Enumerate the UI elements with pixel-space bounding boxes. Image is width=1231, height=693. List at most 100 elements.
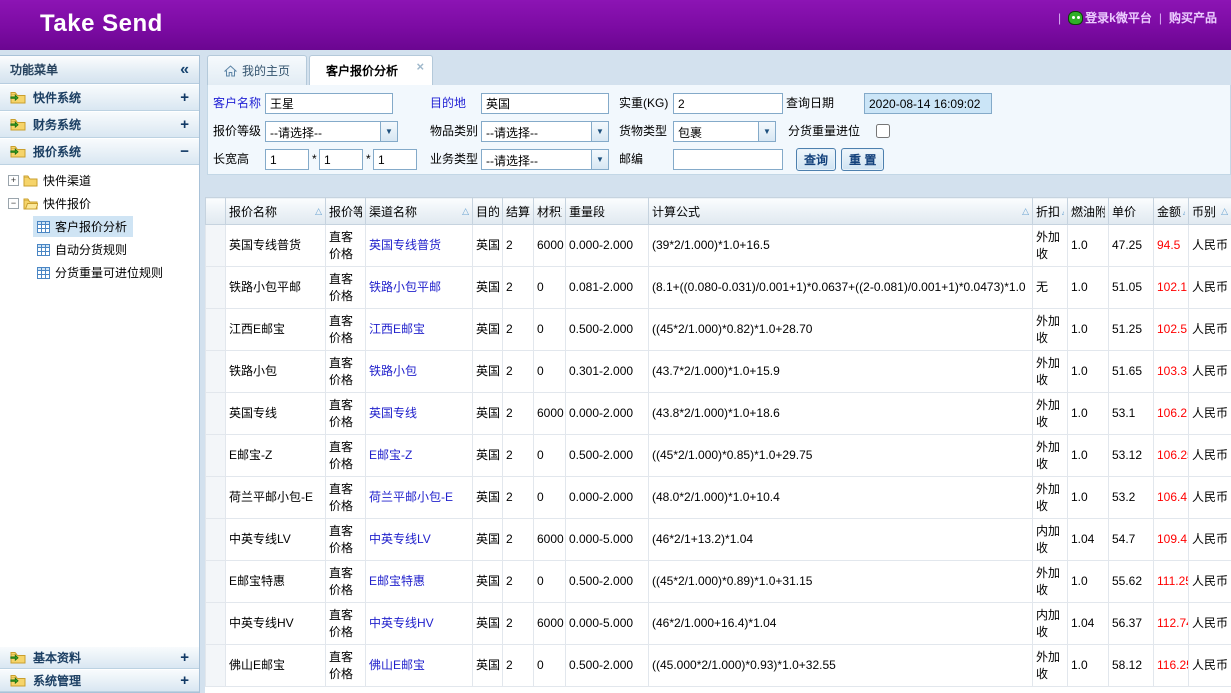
channel-link[interactable]: E邮宝-Z [369, 448, 412, 462]
zip-input[interactable] [673, 149, 783, 170]
sort-icon[interactable]: △ [1062, 206, 1064, 217]
sidebar-section-express[interactable]: 快件系统 + [0, 84, 199, 111]
cell-volume: 0 [534, 351, 566, 393]
quote-grade-select[interactable]: --请选择--▼ [265, 121, 398, 142]
width-input[interactable] [319, 149, 363, 170]
cell-currency: 人民币 [1189, 393, 1231, 435]
column-header-discount[interactable]: 折扣△ [1033, 198, 1068, 225]
cell-unit: 53.2 [1109, 477, 1154, 519]
expand-plus-icon[interactable]: + [180, 673, 189, 688]
channel-link[interactable]: 佛山E邮宝 [369, 658, 425, 672]
cell-sel [206, 519, 226, 561]
topbar-links: | 登录k微平台 | 购买产品 [1058, 9, 1217, 26]
cell-name: 荷兰平邮小包-E [226, 477, 326, 519]
closed-folder-icon [23, 175, 38, 187]
sidebar-bottom: 基本资料 + 系统管理 + [0, 646, 199, 692]
expand-plus-icon[interactable]: + [180, 90, 189, 105]
close-tab-icon[interactable]: × [416, 60, 424, 73]
cell-range: 0.000-5.000 [566, 519, 649, 561]
sidebar-section-basic-data[interactable]: 基本资料 + [0, 646, 199, 669]
query-date-input[interactable] [864, 93, 992, 114]
cell-channel: 铁路小包 [366, 351, 473, 393]
destination-input[interactable] [481, 93, 609, 114]
cell-channel: 江西E邮宝 [366, 309, 473, 351]
sort-icon[interactable]: △ [315, 206, 322, 217]
sort-icon[interactable]: △ [462, 206, 469, 217]
cell-name: 铁路小包 [226, 351, 326, 393]
expand-plus-icon[interactable]: + [180, 650, 189, 665]
channel-link[interactable]: E邮宝特惠 [369, 574, 425, 588]
channel-link[interactable]: 荷兰平邮小包-E [369, 490, 453, 504]
buy-product-link[interactable]: 购买产品 [1169, 9, 1217, 26]
login-wechat-link[interactable]: 登录k微平台 [1068, 9, 1152, 26]
cell-settle: 2 [503, 561, 534, 603]
sort-icon[interactable]: △ [1183, 206, 1185, 217]
customer-name-input[interactable] [265, 93, 393, 114]
cell-unit: 58.12 [1109, 645, 1154, 687]
tree-expand-icon[interactable]: + [8, 175, 19, 186]
business-type-select[interactable]: --请选择--▼ [481, 149, 609, 170]
table-row: 铁路小包直客价格铁路小包英国200.301-2.000(43.7*2/1.000… [206, 351, 1231, 393]
cell-formula: (43.8*2/1.000)*1.0+18.6 [649, 393, 1033, 435]
cell-unit: 53.12 [1109, 435, 1154, 477]
search-button[interactable]: 查询 [796, 148, 836, 171]
cell-channel: E邮宝-Z [366, 435, 473, 477]
sidebar-section-system-mgmt[interactable]: 系统管理 + [0, 669, 199, 692]
tree-node-express-channel[interactable]: + 快件渠道 [0, 169, 199, 192]
top-bar: Take Send | 登录k微平台 | 购买产品 [0, 0, 1231, 50]
sort-icon[interactable]: △ [1221, 206, 1228, 217]
channel-link[interactable]: 中英专线HV [369, 616, 434, 630]
cell-amount: 109.41 [1154, 519, 1189, 561]
tab-customer-quote-analysis[interactable]: 客户报价分析 × [309, 55, 433, 85]
cell-currency: 人民币 [1189, 519, 1231, 561]
sort-icon[interactable]: △ [1022, 206, 1029, 217]
cell-formula: ((45*2/1.000)*0.85)*1.0+29.75 [649, 435, 1033, 477]
tree-leaf-auto-sorting-rules[interactable]: 自动分货规则 [0, 238, 199, 261]
quotes-table: 报价名称△报价等级渠道名称△目的地结算重材积重重量段计算公式△折扣△燃油附加单价… [205, 197, 1231, 687]
tree-leaf-customer-quote-analysis[interactable]: 客户报价分析 [0, 215, 199, 238]
cell-grade: 直客价格 [326, 393, 366, 435]
cell-settle: 2 [503, 603, 534, 645]
column-header-channel[interactable]: 渠道名称△ [366, 198, 473, 225]
reset-button[interactable]: 重 置 [841, 148, 884, 171]
sidebar-section-finance[interactable]: 财务系统 + [0, 111, 199, 138]
cell-formula: (39*2/1.000)*1.0+16.5 [649, 225, 1033, 267]
channel-link[interactable]: 中英专线LV [369, 532, 431, 546]
cell-fuel: 1.0 [1068, 561, 1109, 603]
column-header-formula[interactable]: 计算公式△ [649, 198, 1033, 225]
height-input[interactable] [373, 149, 417, 170]
tree-collapse-icon[interactable]: − [8, 198, 19, 209]
table-row: 江西E邮宝直客价格江西E邮宝英国200.500-2.000((45*2/1.00… [206, 309, 1231, 351]
channel-link[interactable]: 江西E邮宝 [369, 322, 425, 336]
channel-link[interactable]: 铁路小包平邮 [369, 280, 441, 294]
sidebar-collapse-icon[interactable]: « [180, 62, 189, 78]
tree-leaf-weight-carry-rules[interactable]: 分货重量可进位规则 [0, 261, 199, 284]
cell-channel: 荷兰平邮小包-E [366, 477, 473, 519]
tab-my-home[interactable]: 我的主页 [207, 55, 307, 85]
cell-amount: 94.5 [1154, 225, 1189, 267]
column-header-currency[interactable]: 币别△ [1189, 198, 1231, 225]
cargo-type-select[interactable]: 包裹▼ [673, 121, 776, 142]
channel-link[interactable]: 英国专线普货 [369, 238, 441, 252]
channel-link[interactable]: 英国专线 [369, 406, 417, 420]
collapse-minus-icon[interactable]: − [180, 144, 189, 159]
length-input[interactable] [265, 149, 309, 170]
channel-link[interactable]: 铁路小包 [369, 364, 417, 378]
cell-range: 0.081-2.000 [566, 267, 649, 309]
item-type-select[interactable]: --请选择--▼ [481, 121, 609, 142]
query-form: 客户名称 目的地 实重(KG) 查询日期 报价等级 --请选择--▼ 物品类别 … [207, 85, 1231, 175]
column-header-name[interactable]: 报价名称△ [226, 198, 326, 225]
sidebar-tree: + 快件渠道 − 快件报价 客户报价分析 自动分货规则 分货重量可进位规则 [0, 165, 199, 646]
cell-fuel: 1.04 [1068, 603, 1109, 645]
column-header-amount[interactable]: 金额△ [1154, 198, 1189, 225]
sidebar-section-quote[interactable]: 报价系统 − [0, 138, 199, 165]
weight-carry-checkbox[interactable] [876, 124, 890, 138]
cell-settle: 2 [503, 519, 534, 561]
cell-discount: 外加收 [1033, 393, 1068, 435]
cell-unit: 51.05 [1109, 267, 1154, 309]
cell-channel: 英国专线普货 [366, 225, 473, 267]
column-header-unit: 单价 [1109, 198, 1154, 225]
weight-input[interactable] [673, 93, 783, 114]
expand-plus-icon[interactable]: + [180, 117, 189, 132]
tree-node-express-quote[interactable]: − 快件报价 [0, 192, 199, 215]
